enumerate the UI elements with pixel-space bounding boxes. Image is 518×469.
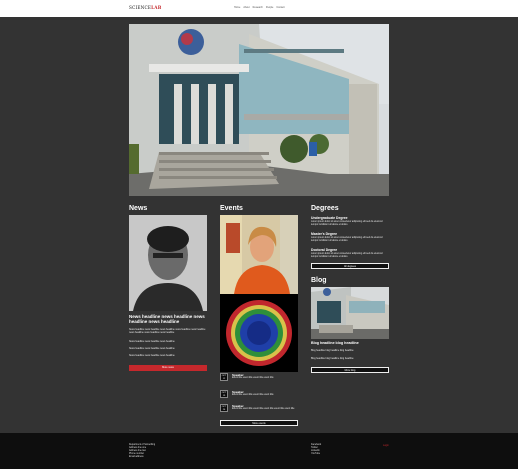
event-item[interactable]: OCT 19 Speaker Event title event title ev…: [220, 390, 298, 402]
news-headline[interactable]: News headline news headline news headlin…: [129, 314, 209, 324]
news-portrait-photo: [129, 215, 207, 311]
event-day: 12: [222, 378, 226, 380]
nav-item-about[interactable]: About: [243, 6, 249, 9]
event-item[interactable]: OCT 26 Speaker Event title event title ev…: [220, 404, 298, 416]
event-month: OCT: [221, 392, 227, 394]
event-day: 26: [222, 409, 226, 411]
nav-item-contact[interactable]: Contact: [276, 6, 284, 9]
news-item[interactable]: News headline news headline news headlin…: [129, 341, 207, 344]
events-science-image: [220, 294, 298, 372]
event-date: OCT 19: [220, 390, 228, 398]
event-month: OCT: [221, 375, 227, 377]
top-bar: SCIENCELAB Home About Research People Co…: [0, 0, 518, 17]
event-item[interactable]: OCT 12 Speaker Event title event title ev…: [220, 373, 298, 385]
blog-building-photo: [311, 287, 389, 339]
event-date: OCT 26: [220, 404, 228, 412]
news-item[interactable]: News headline news headline news headlin…: [129, 348, 207, 351]
events-heading: Events: [220, 205, 243, 212]
event-month: OCT: [221, 406, 227, 408]
event-desc: Event title event title event title even…: [232, 394, 274, 396]
nav-item-research[interactable]: Research: [253, 6, 263, 9]
blog-item[interactable]: Blog headline blog headline blog headlin…: [311, 358, 389, 361]
footer-login-link[interactable]: Login: [383, 444, 389, 447]
news-heading: News: [129, 205, 148, 212]
news-item[interactable]: News headline news headline news headlin…: [129, 355, 207, 358]
degree-title[interactable]: Master's Degree: [311, 232, 337, 236]
blog-heading: Blog: [311, 277, 327, 284]
footer-social-link[interactable]: YouTube: [311, 453, 321, 456]
more-events-button[interactable]: More events: [220, 420, 298, 426]
degrees-heading: Degrees: [311, 205, 339, 212]
degree-desc: Lorem ipsum dolor sit amet consectetur a…: [311, 253, 383, 258]
all-degrees-button[interactable]: All degrees: [311, 263, 389, 269]
logo-accent: LAB: [151, 5, 162, 10]
footer-link[interactable]: Email address: [129, 456, 155, 459]
news-paragraph: News headline news headline news headlin…: [129, 329, 206, 334]
footer-social: Facebook Twitter LinkedIn YouTube: [311, 444, 321, 456]
events-portrait-photo: [220, 215, 298, 294]
nav-item-people[interactable]: People: [266, 6, 273, 9]
event-date: OCT 12: [220, 373, 228, 381]
degree-title[interactable]: Undergraduate Degree: [311, 216, 348, 220]
nav-item-home[interactable]: Home: [234, 6, 240, 9]
main-nav: Home About Research People Contact: [234, 6, 285, 9]
blog-item[interactable]: Blog headline blog headline blog headlin…: [311, 350, 389, 353]
more-news-button[interactable]: More news: [129, 365, 207, 371]
blog-headline[interactable]: Blog headline blog headline: [311, 341, 359, 345]
more-blog-button[interactable]: More blog: [311, 367, 389, 373]
hero-building-photo: [129, 24, 389, 196]
event-day: 19: [222, 395, 226, 397]
site-logo[interactable]: SCIENCELAB: [129, 5, 161, 10]
degree-title[interactable]: Doctoral Degree: [311, 248, 337, 252]
footer-address: Department of Something Address line one…: [129, 444, 155, 459]
site-footer: Department of Something Address line one…: [0, 433, 518, 469]
degree-desc: Lorem ipsum dolor sit amet consectetur a…: [311, 221, 383, 226]
degree-desc: Lorem ipsum dolor sit amet consectetur a…: [311, 237, 383, 242]
event-desc: Event title event title event title even…: [232, 408, 295, 410]
logo-text: SCIENCE: [129, 5, 152, 10]
event-desc: Event title event title event title even…: [232, 377, 274, 379]
